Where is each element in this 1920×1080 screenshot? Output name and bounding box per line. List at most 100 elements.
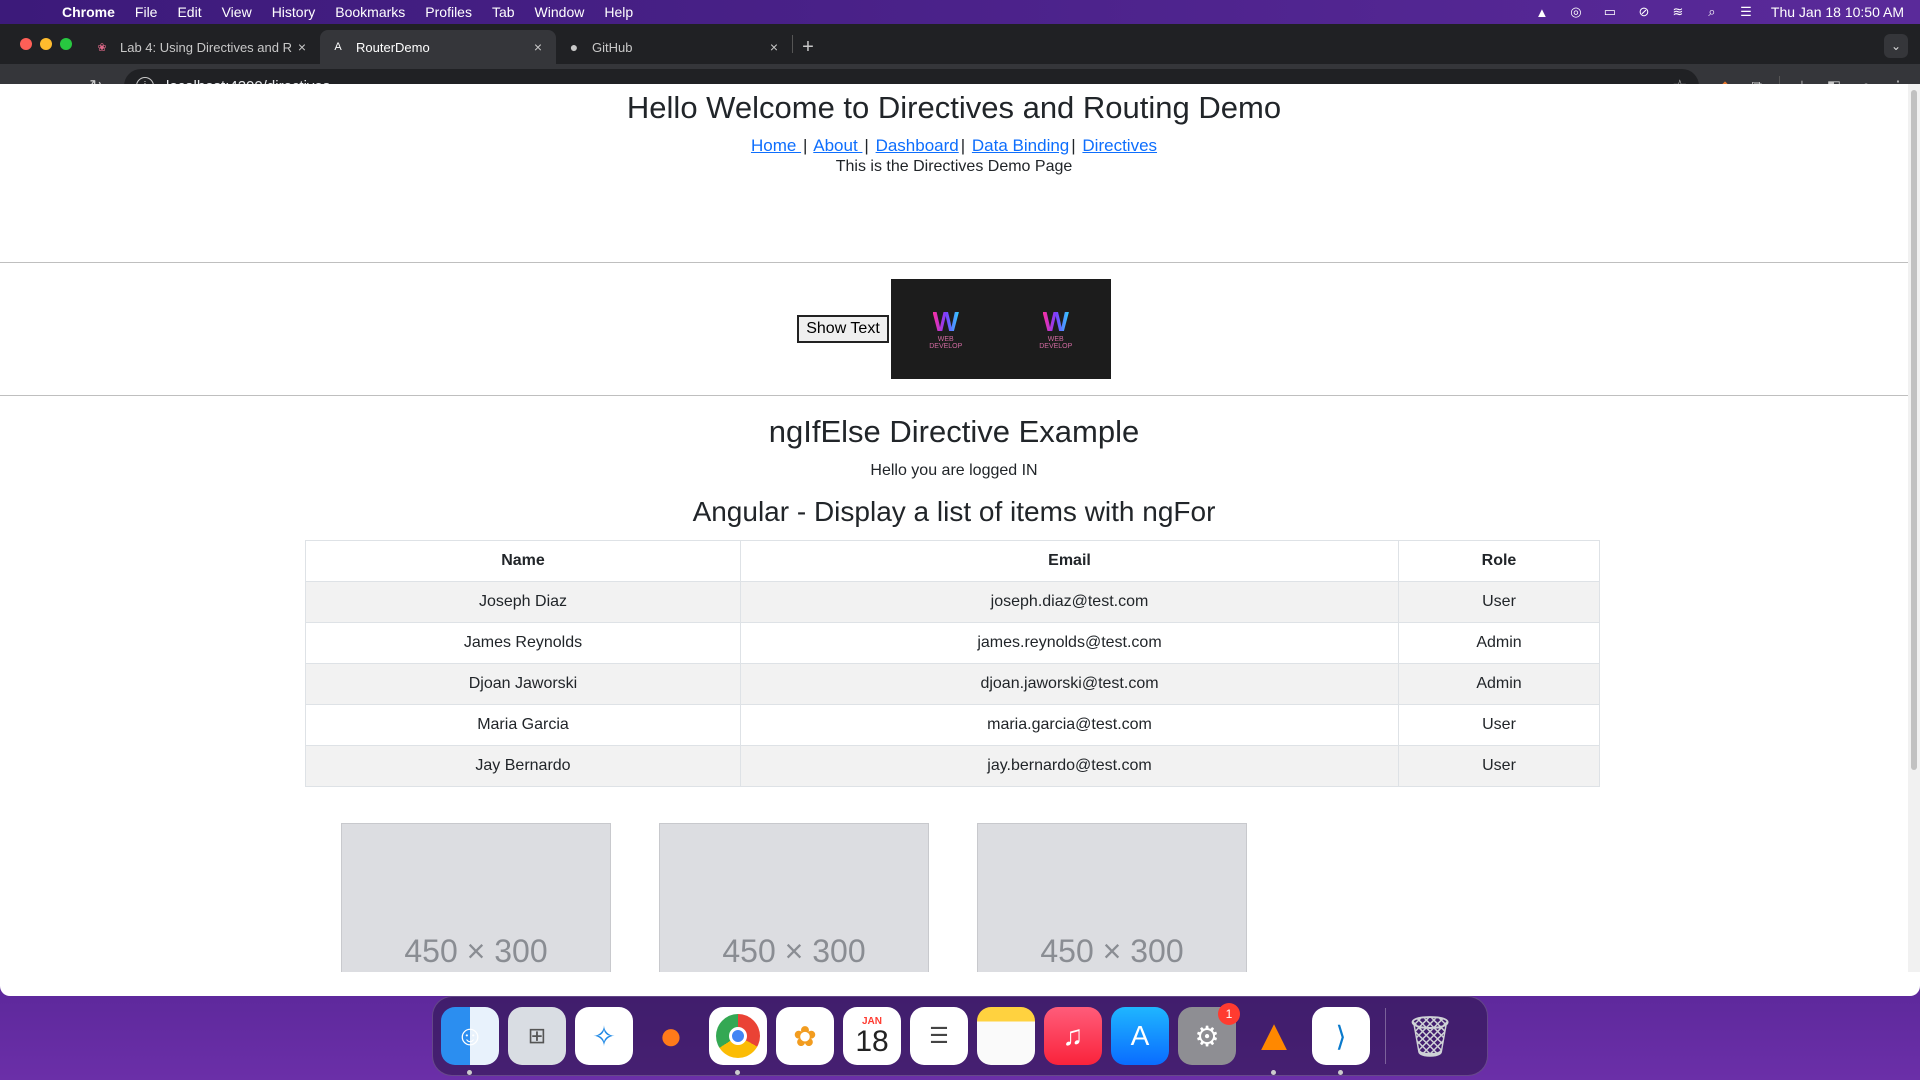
- nav-link-about[interactable]: About: [813, 136, 862, 155]
- menu-clock[interactable]: Thu Jan 18 10:50 AM: [1771, 4, 1904, 20]
- tab-title: GitHub: [592, 39, 633, 55]
- menu-history[interactable]: History: [262, 4, 326, 20]
- safari-icon[interactable]: ✧: [575, 1007, 633, 1065]
- finder-icon[interactable]: ☺: [441, 1007, 499, 1075]
- section-divider: [0, 262, 1908, 263]
- window-controls: [0, 24, 84, 64]
- system-settings-icon[interactable]: ⚙ 1: [1178, 1003, 1240, 1065]
- zoom-window-icon[interactable]: [60, 38, 72, 50]
- table-header-row: Name Email Role: [305, 540, 1600, 582]
- menu-file[interactable]: File: [125, 4, 168, 20]
- wifi-icon[interactable]: ≋: [1669, 4, 1687, 19]
- github-icon: ●: [569, 39, 579, 55]
- angular-icon: A: [334, 41, 342, 53]
- column-header-name: Name: [305, 540, 741, 582]
- creative-cloud-tray-icon[interactable]: ◎: [1567, 4, 1585, 19]
- cell-name: Jay Bernardo: [305, 745, 741, 787]
- notes-icon[interactable]: [977, 1007, 1035, 1065]
- nav-separator: |: [960, 136, 966, 155]
- cell-role: Admin: [1398, 663, 1600, 705]
- menu-bookmarks[interactable]: Bookmarks: [325, 4, 415, 20]
- menu-view[interactable]: View: [212, 4, 262, 20]
- tab-routerdemo[interactable]: A RouterDemo ×: [320, 30, 556, 64]
- scrollbar-thumb[interactable]: [1911, 90, 1917, 770]
- chrome-icon[interactable]: [709, 1007, 767, 1075]
- close-tab-icon[interactable]: ×: [766, 39, 782, 55]
- tab-search-icon[interactable]: ⌄: [1884, 34, 1908, 58]
- menu-help[interactable]: Help: [594, 4, 643, 20]
- w-logo-icon: W WEB DEVELOP: [929, 306, 963, 351]
- menu-app-name[interactable]: Chrome: [52, 4, 125, 20]
- close-tab-icon[interactable]: ×: [294, 39, 310, 55]
- web-page: Hello Welcome to Directives and Routing …: [0, 84, 1908, 972]
- table-row: Maria Garcia maria.garcia@test.com User: [305, 704, 1600, 746]
- running-indicator: [1338, 1070, 1343, 1075]
- nav-separator: |: [864, 136, 869, 155]
- tab-lab4[interactable]: ❀ Lab 4: Using Directives and R ×: [84, 30, 320, 64]
- reminders-icon[interactable]: ☰: [910, 1007, 968, 1065]
- page-subtitle: This is the Directives Demo Page: [835, 158, 1073, 175]
- table-row: Joseph Diaz joseph.diaz@test.com User: [305, 581, 1600, 623]
- firefox-icon[interactable]: ●: [642, 1007, 700, 1065]
- running-indicator: [735, 1070, 740, 1075]
- placeholder-image: 450 × 300: [977, 823, 1247, 972]
- trash-icon[interactable]: 🗑: [1401, 1007, 1459, 1065]
- show-text-button[interactable]: Show Text: [797, 315, 889, 343]
- logged-in-text: Hello you are logged IN: [870, 462, 1038, 479]
- page-title: Hello Welcome to Directives and Routing …: [626, 90, 1282, 125]
- table-row: Jay Bernardo jay.bernardo@test.com User: [305, 745, 1600, 787]
- page-nav: Home | About | Dashboard | Data Binding | …: [0, 136, 1908, 156]
- nav-link-dashboard[interactable]: Dashboard: [876, 136, 959, 155]
- launchpad-icon[interactable]: ⊞: [508, 1007, 566, 1065]
- cell-role: User: [1398, 704, 1600, 746]
- running-indicator: [1271, 1070, 1276, 1075]
- calendar-icon[interactable]: JAN 18: [843, 1007, 901, 1065]
- menu-tab[interactable]: Tab: [482, 4, 525, 20]
- nav-link-data-binding[interactable]: Data Binding: [972, 136, 1069, 155]
- cell-name: Djoan Jaworski: [305, 663, 741, 705]
- directive-demo-row: Show Text W WEB DEVELOP W WEB DEVELOP: [0, 279, 1908, 379]
- menu-window[interactable]: Window: [525, 4, 595, 20]
- nav-link-home[interactable]: Home: [751, 136, 801, 155]
- cell-role: Admin: [1398, 622, 1600, 664]
- vlc-icon[interactable]: ▲: [1245, 1007, 1303, 1075]
- app-store-icon[interactable]: A: [1111, 1007, 1169, 1065]
- menu-edit[interactable]: Edit: [167, 4, 211, 20]
- control-center-icon[interactable]: ☰: [1737, 4, 1755, 19]
- display-tray-icon[interactable]: ▭: [1601, 4, 1619, 19]
- running-indicator: [467, 1070, 472, 1075]
- cell-name: Joseph Diaz: [305, 581, 741, 623]
- new-tab-button[interactable]: +: [793, 30, 823, 64]
- nav-link-directives[interactable]: Directives: [1082, 136, 1157, 155]
- cell-name: James Reynolds: [305, 622, 741, 664]
- cell-name: Maria Garcia: [305, 704, 741, 746]
- tab-github[interactable]: ● GitHub ×: [556, 30, 792, 64]
- tab-favicon-icon: ❀: [97, 41, 107, 54]
- music-icon[interactable]: ♫: [1044, 1007, 1102, 1065]
- cell-email: joseph.diaz@test.com: [740, 581, 1399, 623]
- placeholder-images: 450 × 300 450 × 300 450 × 300: [341, 823, 1247, 972]
- ngif-heading: ngIfElse Directive Example: [768, 414, 1140, 449]
- page-scrollbar[interactable]: [1908, 84, 1920, 972]
- spotlight-search-icon[interactable]: ⌕: [1703, 4, 1721, 19]
- section-divider: [0, 395, 1908, 396]
- minimize-window-icon[interactable]: [40, 38, 52, 50]
- photos-icon[interactable]: ✿: [776, 1007, 834, 1065]
- nav-separator: |: [1071, 136, 1076, 155]
- w-logo-icon: W WEB DEVELOP: [1039, 306, 1073, 351]
- vscode-icon[interactable]: ⟩: [1312, 1007, 1370, 1075]
- close-tab-icon[interactable]: ×: [530, 39, 546, 55]
- calendar-day: 18: [855, 1024, 889, 1058]
- ngfor-heading: Angular - Display a list of items with n…: [692, 496, 1216, 527]
- tab-title: RouterDemo: [356, 39, 430, 55]
- table-row: James Reynolds james.reynolds@test.com A…: [305, 622, 1600, 664]
- close-window-icon[interactable]: [20, 38, 32, 50]
- mute-tray-icon[interactable]: ⊘: [1635, 4, 1653, 19]
- logo-image: W WEB DEVELOP W WEB DEVELOP: [890, 279, 1111, 379]
- nav-separator: |: [803, 136, 808, 155]
- cell-role: User: [1398, 581, 1600, 623]
- macos-dock: ☺ ⊞ ✧ ● ✿ JAN 18 ☰ ♫ A ⚙ 1 ▲ ⟩ 🗑: [432, 996, 1488, 1076]
- placeholder-image: 450 × 300: [659, 823, 929, 972]
- vlc-tray-icon[interactable]: ▲: [1533, 5, 1551, 20]
- menu-profiles[interactable]: Profiles: [415, 4, 482, 20]
